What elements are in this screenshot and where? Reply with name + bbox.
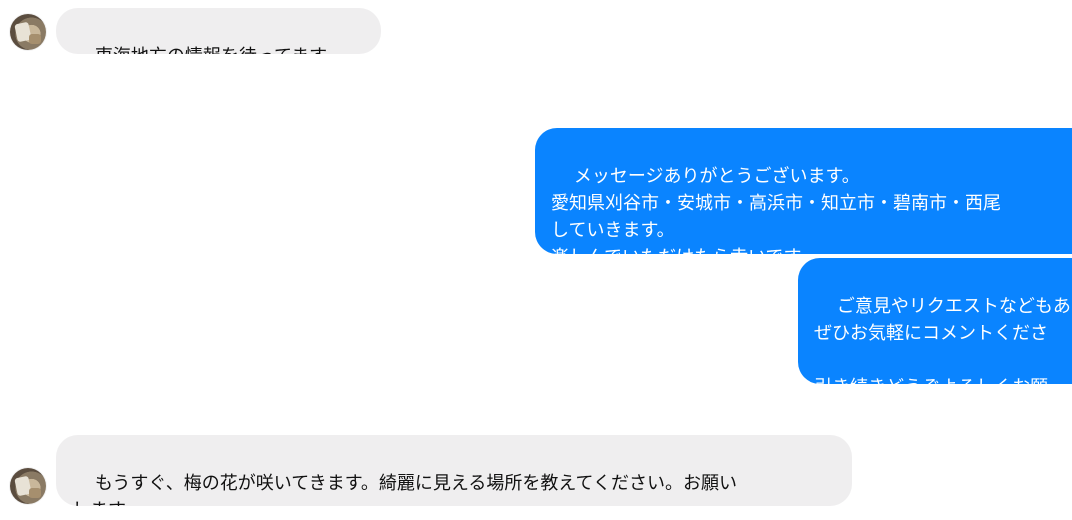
message-text: 東海地方の情報を待ってます。 [95,46,343,54]
message-text: もうすぐ、梅の花が咲いてきます。綺麗に見える場所を教えてください。お願い します… [72,473,737,506]
message-text: メッセージありがとうございます。 愛知県刈谷市・安城市・高浜市・知立市・碧南市・… [551,166,1001,254]
sender-avatar[interactable] [10,468,46,504]
message-text: ご意見やリクエストなどもあ ぜひお気軽にコメントくださ 引き続きどうぞよろしくお… [814,296,1071,384]
chat-thread: 東海地方の情報を待ってます。 メッセージありがとうございます。 愛知県刈谷市・安… [0,0,1072,520]
incoming-message-bubble[interactable]: もうすぐ、梅の花が咲いてきます。綺麗に見える場所を教えてください。お願い します… [56,435,852,506]
outgoing-message-bubble[interactable]: ご意見やリクエストなどもあ ぜひお気軽にコメントくださ 引き続きどうぞよろしくお… [798,258,1072,384]
outgoing-message-bubble[interactable]: メッセージありがとうございます。 愛知県刈谷市・安城市・高浜市・知立市・碧南市・… [535,128,1072,254]
sender-avatar[interactable] [10,14,46,50]
incoming-message-bubble[interactable]: 東海地方の情報を待ってます。 [56,8,381,54]
